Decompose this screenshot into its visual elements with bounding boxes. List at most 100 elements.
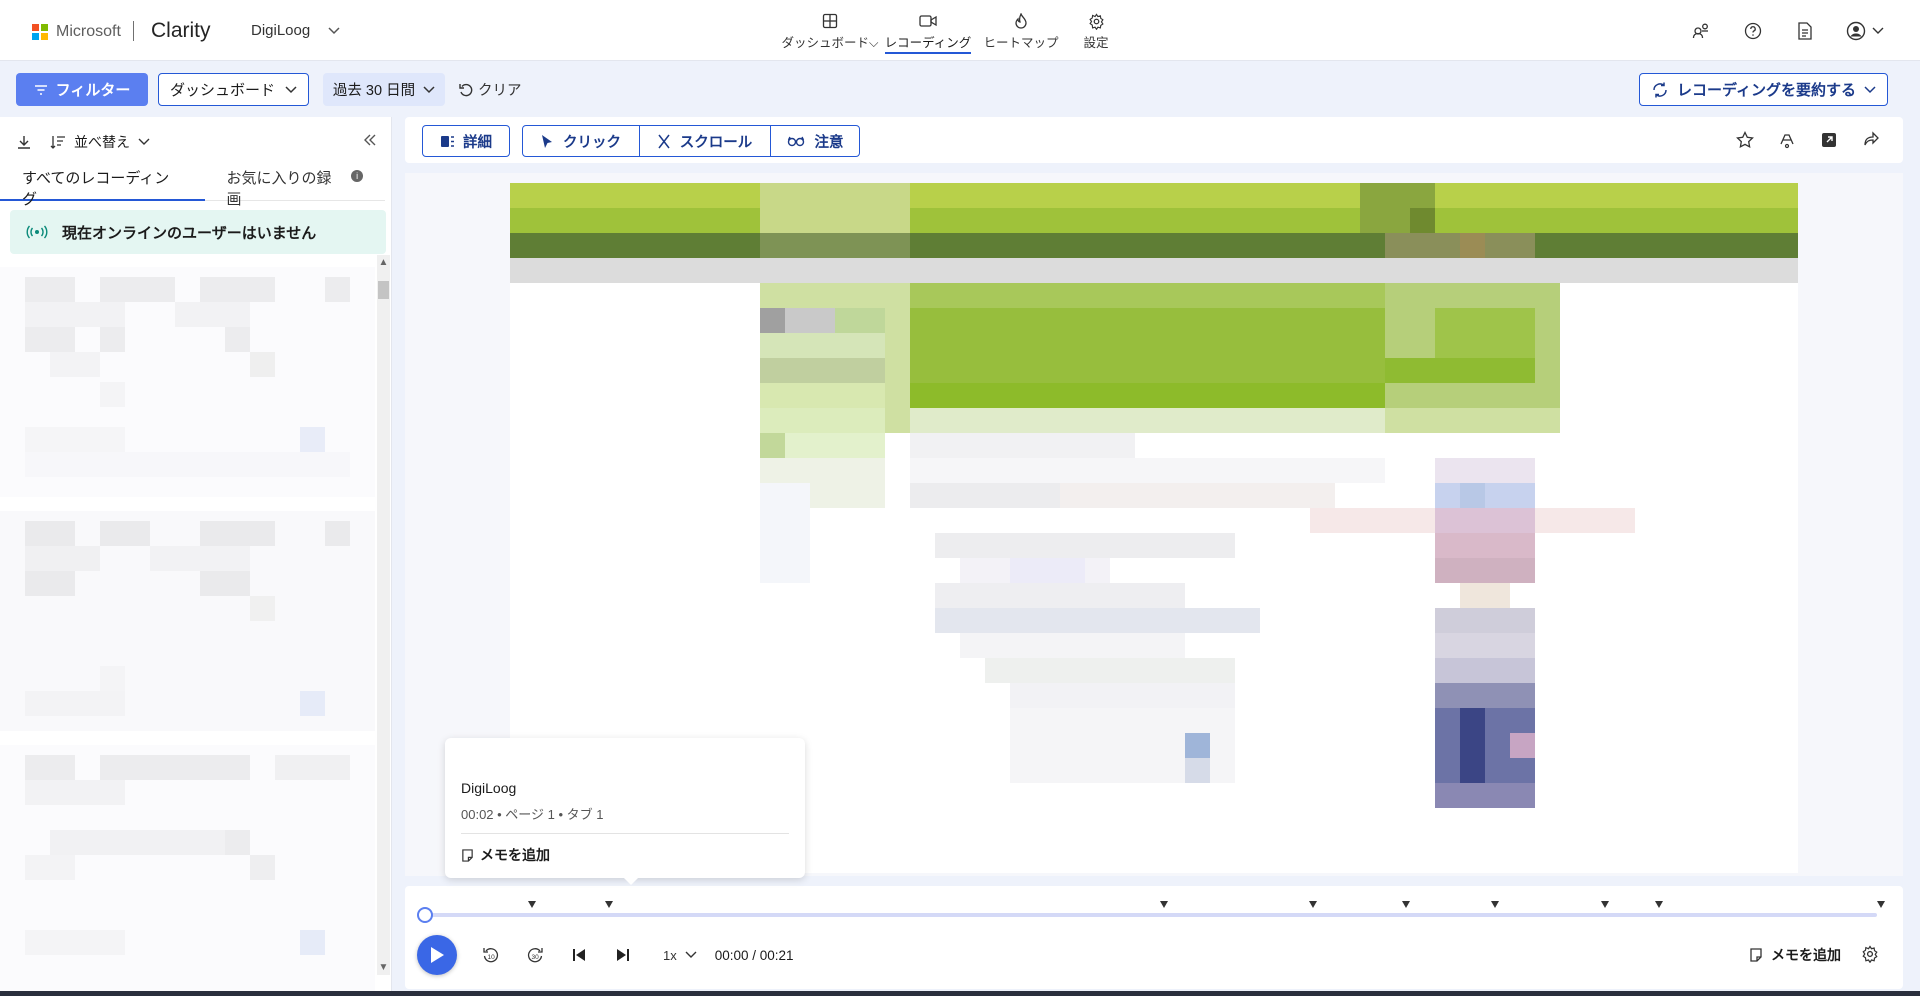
filter-toolbar: フィルター ダッシュボード 過去 30 日間 クリア レコーディングを要約する <box>0 61 1920 117</box>
add-note-button[interactable]: メモを追加 <box>1749 945 1841 965</box>
tab-all-recordings-label: すべてのレコーディング <box>22 170 170 208</box>
copilot-icon[interactable] <box>1777 130 1797 150</box>
svg-text:30: 30 <box>532 954 540 961</box>
timeline-event-marker[interactable] <box>605 901 613 908</box>
play-icon <box>431 947 444 963</box>
share-icon[interactable] <box>1861 130 1881 150</box>
attention-label: 注意 <box>814 134 844 151</box>
sort-dropdown[interactable]: 並べ替え <box>50 132 150 152</box>
timeline-event-marker[interactable] <box>1601 901 1609 908</box>
recording-card[interactable] <box>0 267 375 497</box>
timeline-event-marker[interactable] <box>1655 901 1663 908</box>
forward-30-button[interactable]: 30 <box>525 945 545 965</box>
microsoft-text: Microsoft <box>56 23 121 40</box>
header-divider <box>133 21 134 41</box>
star-icon[interactable] <box>1735 130 1755 150</box>
flame-icon <box>1015 12 1027 29</box>
scroll-toggle[interactable]: スクロール <box>640 126 771 156</box>
nav-dashboard-label: ダッシュボード⌵ <box>781 36 879 50</box>
details-button[interactable]: 詳細 <box>422 125 510 157</box>
clicks-toggle[interactable]: クリック <box>523 126 640 156</box>
summarize-recordings-button[interactable]: レコーディングを要約する <box>1639 73 1888 106</box>
collapse-panel-icon[interactable] <box>363 131 377 152</box>
undo-icon <box>459 83 473 96</box>
player-controls: 10 30 1x 00:00 / 00:21 メモを追加 <box>405 886 1903 989</box>
window-bottom-edge <box>0 991 1920 996</box>
share-project-icon[interactable] <box>1690 20 1712 42</box>
online-users-banner: 現在オンラインのユーザーはいません <box>10 210 386 254</box>
recordings-panel: 並べ替え すべてのレコーディング お気に入りの録画 i 現在オンラインのユーザーは… <box>0 117 392 996</box>
play-button[interactable] <box>417 935 457 975</box>
recording-card[interactable] <box>0 745 375 996</box>
replay-actions <box>1735 130 1881 150</box>
microsoft-logo[interactable]: Microsoft <box>32 23 121 41</box>
open-external-icon[interactable] <box>1819 130 1839 150</box>
account-menu[interactable] <box>1846 21 1884 41</box>
filter-button-label: フィルター <box>55 82 131 99</box>
tooltip-pointer <box>622 876 640 885</box>
rewind-10-icon: 10 <box>483 948 499 963</box>
nav-recordings[interactable]: レコーディング <box>880 10 976 54</box>
attention-toggle[interactable]: 注意 <box>771 126 859 156</box>
previous-page-button[interactable] <box>569 945 589 965</box>
timeline-event-marker[interactable] <box>528 901 536 908</box>
timeline-scrubber[interactable] <box>417 907 433 923</box>
overlay-toggle-group: クリック スクロール 注意 <box>522 125 860 157</box>
scroll-up-icon[interactable]: ▲ <box>378 257 389 268</box>
date-range-dropdown[interactable]: 過去 30 日間 <box>323 73 445 106</box>
chevron-down-icon <box>685 951 697 958</box>
filter-icon <box>34 84 47 95</box>
skip-next-icon <box>617 949 629 961</box>
document-icon[interactable] <box>1794 20 1816 42</box>
scroll-down-icon[interactable]: ▼ <box>378 962 389 973</box>
recordings-scrollbar[interactable]: ▲ ▼ <box>377 255 390 975</box>
summarize-recordings-label: レコーディングを要約する <box>1677 82 1856 99</box>
player-settings-icon[interactable] <box>1861 945 1881 965</box>
nav-dashboard[interactable]: ダッシュボード⌵ <box>780 10 880 54</box>
clear-filters-button[interactable]: クリア <box>458 79 522 100</box>
playback-time: 00:00 / 00:21 <box>714 947 794 963</box>
tab-favorite-recordings[interactable]: お気に入りの録画 i <box>205 167 385 208</box>
timeline-track[interactable] <box>427 913 1877 917</box>
chevron-down-icon <box>1872 27 1884 34</box>
recordings-list <box>0 267 375 996</box>
next-page-button[interactable] <box>613 945 633 965</box>
scroll-label: スクロール <box>679 134 753 151</box>
scrollbar-thumb[interactable] <box>378 281 389 299</box>
add-note-label: メモを追加 <box>1771 947 1841 963</box>
dashboard-dropdown[interactable]: ダッシュボード <box>158 73 309 106</box>
scroll-icon <box>658 134 670 148</box>
tooltip-title: DigiLoog <box>461 780 517 796</box>
nav-settings[interactable]: 設定 <box>1066 10 1126 54</box>
project-name: DigiLoog <box>251 22 311 39</box>
playback-speed-dropdown[interactable]: 1x <box>663 948 697 963</box>
timeline-event-marker[interactable] <box>1877 901 1885 908</box>
nav-heatmaps[interactable]: ヒートマップ <box>976 10 1066 54</box>
dashboard-dropdown-label: ダッシュボード <box>169 82 275 99</box>
timeline-event-marker[interactable] <box>1491 901 1499 908</box>
tab-all-recordings[interactable]: すべてのレコーディング <box>0 167 205 208</box>
recordings-panel-tools: 並べ替え <box>16 131 376 153</box>
tooltip-add-note-button[interactable]: メモを追加 <box>461 845 550 865</box>
rewind-10-button[interactable]: 10 <box>481 945 501 965</box>
playback-speed-value: 1x <box>663 947 677 963</box>
online-users-text: 現在オンラインのユーザーはいません <box>62 224 317 242</box>
filter-button[interactable]: フィルター <box>16 73 148 106</box>
microsoft-logo-icon <box>32 24 48 40</box>
recordings-tabs: すべてのレコーディング お気に入りの録画 i <box>0 167 385 208</box>
timeline-event-marker[interactable] <box>1160 901 1168 908</box>
recording-card[interactable] <box>0 511 375 731</box>
brand-title[interactable]: Clarity <box>151 19 211 43</box>
chevron-down-icon <box>1864 85 1876 93</box>
note-icon <box>462 848 473 862</box>
sort-label: 並べ替え <box>74 134 130 150</box>
timeline-event-marker[interactable] <box>1309 901 1317 908</box>
playback-controls: 10 30 1x 00:00 / 00:21 <box>417 933 794 977</box>
help-icon[interactable] <box>1742 20 1764 42</box>
timeline-event-marker[interactable] <box>1402 901 1410 908</box>
project-selector[interactable]: DigiLoog <box>251 22 340 39</box>
tooltip-add-note-label: メモを追加 <box>480 847 550 863</box>
dashboard-icon <box>822 13 838 29</box>
download-icon[interactable] <box>16 134 32 150</box>
svg-text:10: 10 <box>488 954 496 961</box>
